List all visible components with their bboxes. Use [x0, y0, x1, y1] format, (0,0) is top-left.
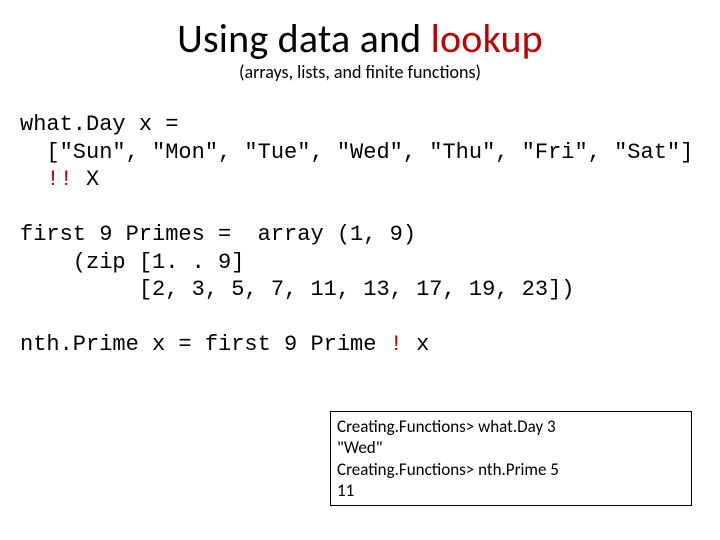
repl-line: Creating.Functions> nth.Prime 5 — [337, 459, 559, 480]
title-highlight: lookup — [431, 14, 543, 63]
operator-bang: ! — [390, 332, 403, 357]
code-line — [20, 167, 46, 192]
operator-bangbang: !! — [46, 167, 72, 192]
slide-title: Using data and lookup — [18, 14, 702, 63]
code-line: ["Sun", "Mon", "Tue", "Wed", "Thu", "Fri… — [20, 140, 693, 165]
slide-subtitle: (arrays, lists, and finite functions) — [18, 61, 702, 83]
code-line: x — [403, 332, 429, 357]
repl-line: "Wed" — [337, 437, 383, 458]
code-line: first 9 Primes = array (1, 9) — [20, 222, 416, 247]
slide: Using data and lookup (arrays, lists, an… — [0, 0, 720, 540]
code-line: X — [73, 167, 99, 192]
code-line: (zip [1. . 9] — [20, 250, 244, 275]
code-line: [2, 3, 5, 7, 11, 13, 17, 19, 23]) — [20, 277, 575, 302]
code-block: what.Day x = ["Sun", "Mon", "Tue", "Wed"… — [20, 111, 702, 359]
repl-line: Creating.Functions> what.Day 3 — [337, 416, 556, 437]
title-text: Using data and — [177, 14, 431, 63]
title-block: Using data and lookup (arrays, lists, an… — [18, 14, 702, 83]
code-line: nth.Prime x = first 9 Prime — [20, 332, 390, 357]
repl-line: 11 — [337, 480, 354, 501]
repl-output-box: Creating.Functions> what.Day 3 "Wed" Cre… — [330, 411, 692, 506]
code-line: what.Day x = — [20, 112, 178, 137]
